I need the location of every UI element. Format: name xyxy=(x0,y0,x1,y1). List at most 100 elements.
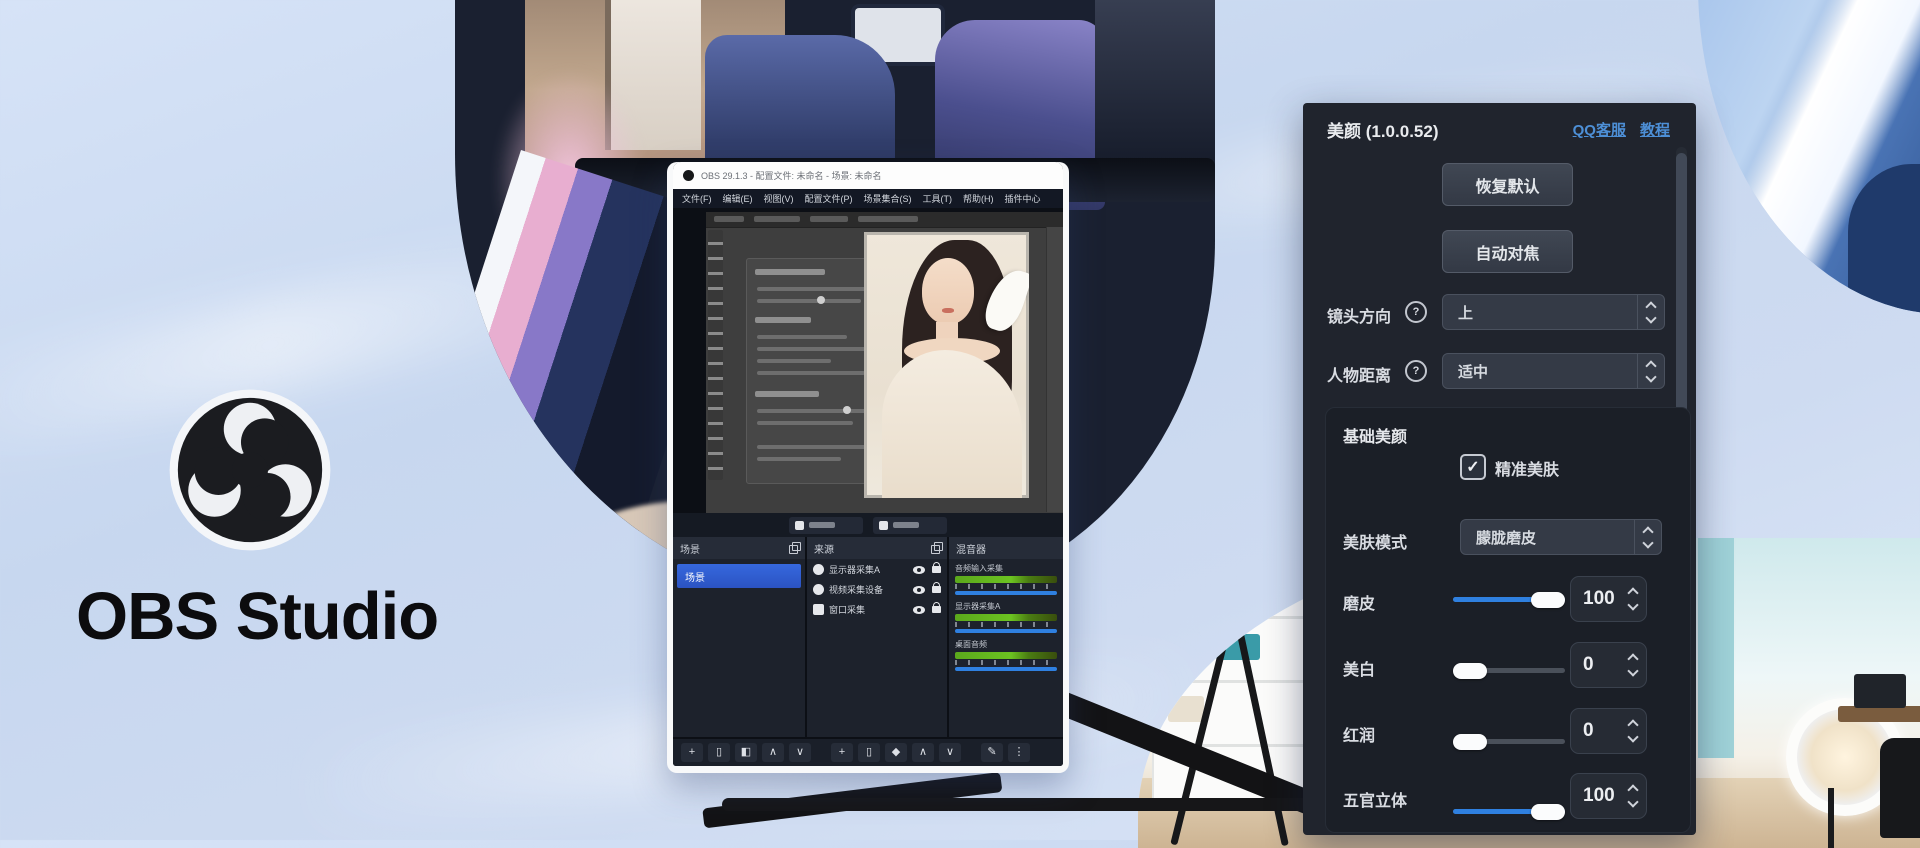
slider-handle[interactable] xyxy=(1453,734,1487,750)
qq-support-link[interactable]: QQ客服 xyxy=(1573,119,1626,140)
face-3d-value-box[interactable]: 100 xyxy=(1570,773,1647,819)
ps-panel-knob xyxy=(817,296,825,304)
mixer-dock-title: 混音器 xyxy=(956,541,986,556)
camera-direction-select[interactable]: 上 xyxy=(1442,294,1665,330)
restore-defaults-button[interactable]: 恢复默认 xyxy=(1442,163,1573,206)
shelf-line xyxy=(1158,680,1304,683)
dock-popout-icon[interactable] xyxy=(931,545,940,554)
visibility-eye-icon[interactable] xyxy=(913,566,925,574)
obs-logo xyxy=(168,388,332,552)
source-down-button[interactable]: ∨ xyxy=(939,743,961,762)
filters-button[interactable]: ◧ xyxy=(735,743,757,762)
spinner-arrows[interactable] xyxy=(1629,719,1637,743)
face-3d-slider[interactable] xyxy=(1453,809,1565,814)
laptop-shape xyxy=(1854,674,1906,708)
menu-profile[interactable]: 配置文件(P) xyxy=(805,192,853,205)
panel-links: QQ客服 教程 xyxy=(1573,119,1670,140)
lock-icon[interactable] xyxy=(932,606,941,613)
scenes-dock-title: 场景 xyxy=(680,541,700,556)
move-up-button[interactable]: ∧ xyxy=(762,743,784,762)
dock-popout-icon[interactable] xyxy=(789,545,798,554)
whitening-value-box[interactable]: 0 xyxy=(1570,642,1647,688)
person-distance-select[interactable]: 适中 xyxy=(1442,353,1665,389)
status-chip[interactable] xyxy=(873,517,947,534)
camera-direction-label: 镜头方向 xyxy=(1327,303,1391,327)
chevron-down-icon xyxy=(1645,312,1656,323)
ps-panel-row xyxy=(757,359,831,363)
chip-text-shape xyxy=(809,522,835,528)
volume-slider[interactable] xyxy=(955,667,1057,671)
chip-text-shape xyxy=(893,522,919,528)
menu-scene-collection[interactable]: 场景集合(S) xyxy=(864,192,912,205)
person-distance-label: 人物距离 xyxy=(1327,362,1391,386)
autofocus-button[interactable]: 自动对焦 xyxy=(1442,230,1573,273)
chip-icon xyxy=(879,521,888,530)
volume-slider[interactable] xyxy=(955,629,1057,633)
source-row[interactable]: 视频采集设备 xyxy=(807,579,947,599)
spinner-arrows[interactable] xyxy=(1634,520,1661,554)
menu-file[interactable]: 文件(F) xyxy=(682,192,712,205)
slider-handle[interactable] xyxy=(1531,804,1565,820)
mixer-channel: 音频输入采集 xyxy=(949,559,1063,597)
skin-mode-value: 朦胧磨皮 xyxy=(1461,520,1634,554)
smoothing-value-box[interactable]: 100 xyxy=(1570,576,1647,622)
storage-box xyxy=(1168,696,1204,722)
help-icon[interactable]: ? xyxy=(1405,360,1427,382)
menu-edit[interactable]: 编辑(E) xyxy=(723,192,753,205)
move-down-button[interactable]: ∨ xyxy=(789,743,811,762)
dock-toolbar: + ▯ ◧ ∧ ∨ + ▯ ◆ ∧ ∨ ✎ ⋮ xyxy=(673,737,1063,766)
remove-scene-button[interactable]: ▯ xyxy=(708,743,730,762)
precise-skin-checkbox[interactable]: ✓ xyxy=(1460,454,1486,480)
audio-meter xyxy=(955,614,1057,621)
lock-icon[interactable] xyxy=(932,566,941,573)
obs-window: OBS 29.1.3 - 配置文件: 未命名 - 场景: 未命名 文件(F) 编… xyxy=(673,162,1063,766)
chevron-down-icon xyxy=(1627,599,1638,610)
add-scene-button[interactable]: + xyxy=(681,743,703,762)
mixer-menu-button[interactable]: ⋮ xyxy=(1008,743,1030,762)
source-row[interactable]: 显示器采集A xyxy=(807,559,947,579)
rosy-slider[interactable] xyxy=(1453,739,1565,744)
skin-mode-label: 美肤模式 xyxy=(1343,529,1407,553)
spinner-arrows[interactable] xyxy=(1637,295,1664,329)
visibility-eye-icon[interactable] xyxy=(913,586,925,594)
mixer-channel-name: 音频输入采集 xyxy=(955,563,1057,574)
menu-view[interactable]: 视图(V) xyxy=(764,192,794,205)
lock-icon[interactable] xyxy=(932,586,941,593)
ps-options-segment xyxy=(810,216,848,222)
page: { "branding": { "app_name": "OBS Studio"… xyxy=(0,0,1920,840)
source-properties-button[interactable]: ◆ xyxy=(885,743,907,762)
slider-handle[interactable] xyxy=(1531,592,1565,608)
chevron-down-icon xyxy=(1627,731,1638,742)
help-icon[interactable]: ? xyxy=(1405,301,1427,323)
studio-desk xyxy=(1838,706,1920,722)
sources-dock: 来源 显示器采集A 视频采集设备 窗口采集 xyxy=(807,537,947,737)
status-chip[interactable] xyxy=(789,517,863,534)
spinner-arrows[interactable] xyxy=(1629,784,1637,808)
slider-handle[interactable] xyxy=(1453,663,1487,679)
smoothing-slider[interactable] xyxy=(1453,597,1565,602)
photoshop-screenshot xyxy=(706,212,1063,513)
whitening-slider[interactable] xyxy=(1453,668,1565,673)
scene-item-selected[interactable]: 场景 xyxy=(677,564,801,588)
rosy-value-box[interactable]: 0 xyxy=(1570,708,1647,754)
add-source-button[interactable]: + xyxy=(831,743,853,762)
menu-help[interactable]: 帮助(H) xyxy=(963,192,994,205)
menu-plugin-center[interactable]: 插件中心 xyxy=(1005,192,1041,205)
mixer-config-button[interactable]: ✎ xyxy=(981,743,1003,762)
ps-options-segment xyxy=(754,216,800,222)
teal-wall-strip xyxy=(1698,538,1734,758)
source-up-button[interactable]: ∧ xyxy=(912,743,934,762)
spinner-arrows[interactable] xyxy=(1629,587,1637,611)
chevron-down-icon xyxy=(1627,796,1638,807)
monitor-stand-base xyxy=(722,798,1317,811)
tutorial-link[interactable]: 教程 xyxy=(1640,119,1670,140)
spinner-arrows[interactable] xyxy=(1637,354,1664,388)
skin-mode-select[interactable]: 朦胧磨皮 xyxy=(1460,519,1662,555)
spinner-arrows[interactable] xyxy=(1629,653,1637,677)
sources-dock-title: 来源 xyxy=(814,541,834,556)
volume-slider[interactable] xyxy=(955,591,1057,595)
menu-tools[interactable]: 工具(T) xyxy=(923,192,953,205)
remove-source-button[interactable]: ▯ xyxy=(858,743,880,762)
source-row[interactable]: 窗口采集 xyxy=(807,599,947,619)
visibility-eye-icon[interactable] xyxy=(913,606,925,614)
